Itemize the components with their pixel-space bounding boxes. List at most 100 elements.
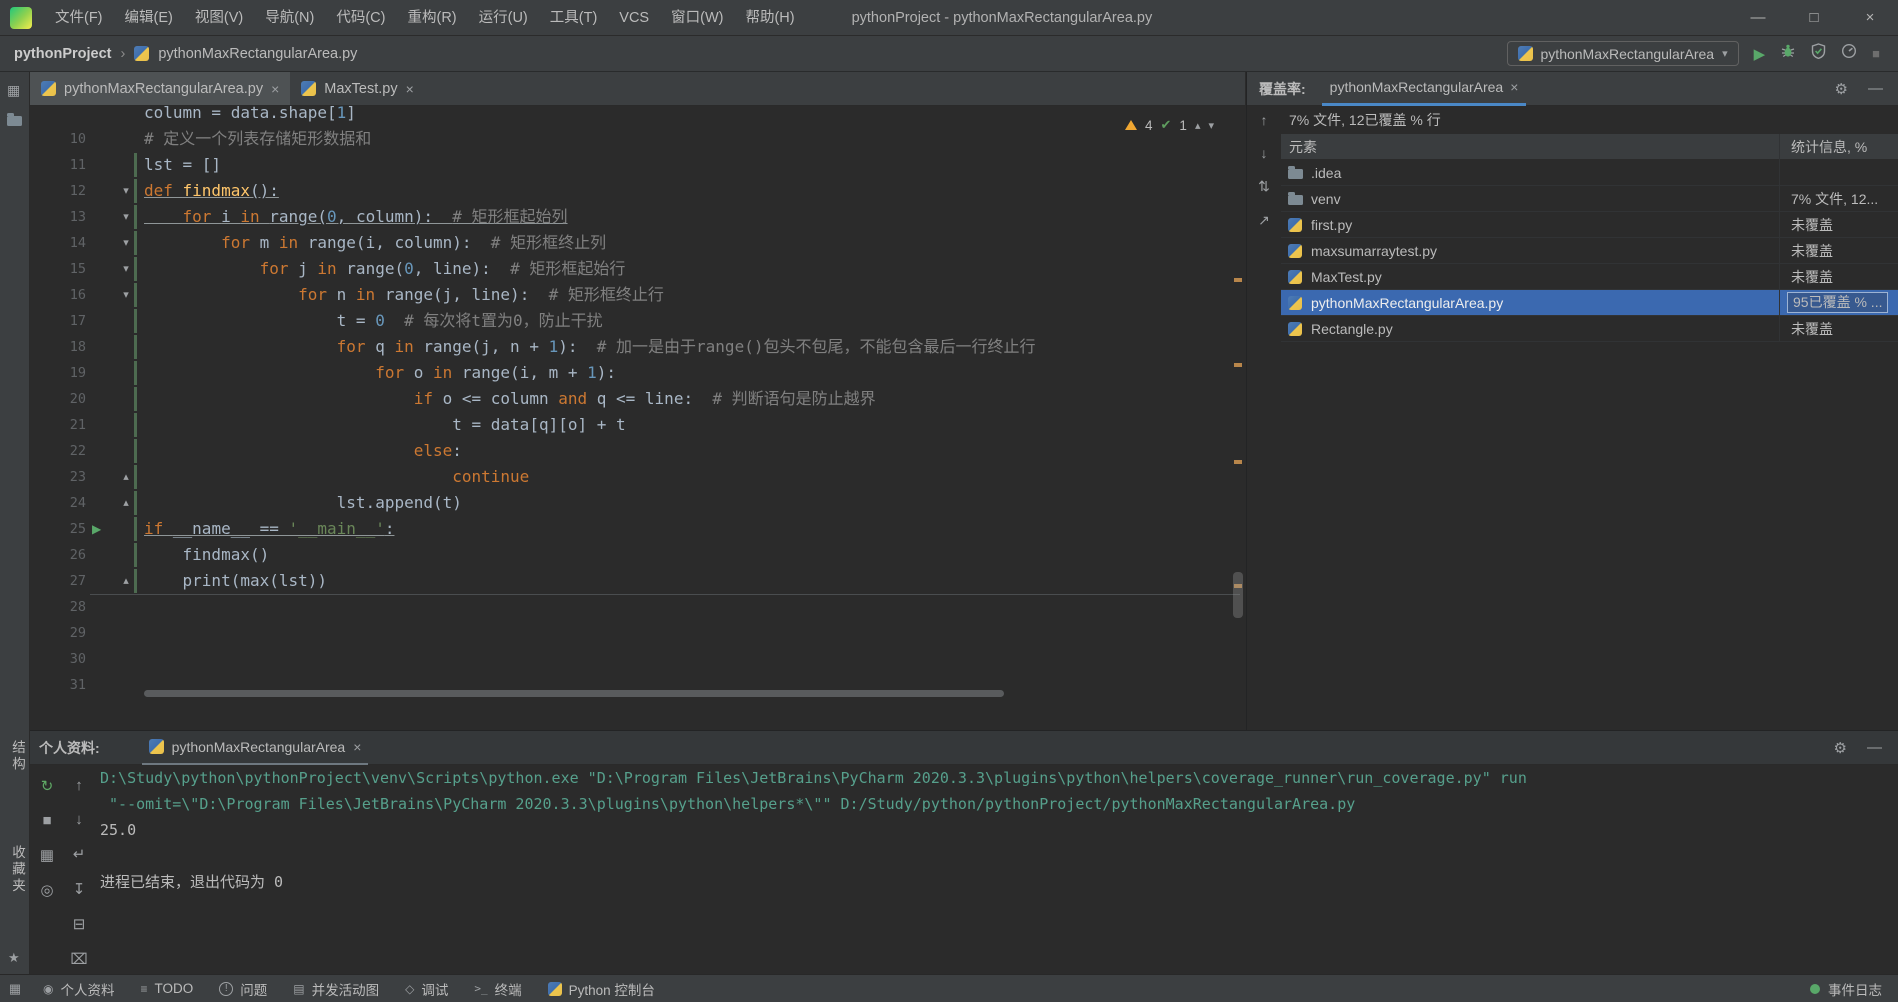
status-bar-item[interactable]: ! 问题 [206, 979, 280, 999]
close-icon[interactable]: × [271, 81, 279, 97]
coverage-row[interactable]: maxsumarraytest.py 未覆盖 [1281, 238, 1898, 264]
code-line[interactable]: 13 ▾ for i in range(0, column): # 矩形框起始列 [30, 204, 1228, 230]
fold-marker-icon[interactable]: ▴ [118, 464, 134, 490]
prev-problem-icon[interactable]: ▴ [1195, 119, 1201, 132]
menu-item[interactable]: 代码(C) [325, 0, 396, 36]
flatten-packages-icon[interactable]: ⇅ [1258, 178, 1270, 195]
menu-item[interactable]: VCS [608, 0, 660, 36]
editor-tab[interactable]: pythonMaxRectangularArea.py × [30, 72, 291, 105]
menu-item[interactable]: 帮助(H) [734, 0, 805, 36]
fold-marker-icon[interactable]: ▾ [118, 204, 134, 230]
code-line[interactable]: 10 # 定义一个列表存储矩形数据和 [30, 126, 1228, 152]
export-report-icon[interactable]: ↗ [1258, 212, 1270, 229]
code-line[interactable]: 14 ▾ for m in range(i, column): # 矩形框终止列 [30, 230, 1228, 256]
print-icon[interactable]: ⊟ [73, 915, 86, 933]
fold-marker-icon[interactable]: ▾ [118, 282, 134, 308]
coverage-row[interactable]: venv 7% 文件, 12... [1281, 186, 1898, 212]
code-line[interactable]: 27 ▴ print(max(lst)) [30, 568, 1228, 594]
menu-item[interactable]: 编辑(E) [114, 0, 184, 36]
breadcrumb-file[interactable]: pythonMaxRectangularArea.py [158, 46, 357, 62]
up-stack-trace-icon[interactable]: ↑ [75, 777, 83, 794]
down-stack-trace-icon[interactable]: ↓ [75, 811, 83, 828]
menu-item[interactable]: 导航(N) [254, 0, 325, 36]
code-line[interactable]: 22 else: [30, 438, 1228, 464]
code-line[interactable]: 29 [30, 620, 1228, 646]
project-tool-icon[interactable] [7, 113, 22, 126]
stop-icon[interactable]: ■ [42, 812, 51, 829]
warning-mark[interactable] [1234, 278, 1242, 282]
column-element[interactable]: 元素 [1289, 134, 1317, 160]
status-bar-item[interactable]: >_ 终端 [461, 979, 534, 999]
code-line[interactable]: 19 for o in range(i, m + 1): [30, 360, 1228, 386]
code-line[interactable]: 26 findmax() [30, 542, 1228, 568]
status-bar-item[interactable]: Python 控制台 [535, 979, 668, 999]
maximize-window-icon[interactable]: □ [1786, 9, 1842, 26]
favorites-star-icon[interactable]: ★ [8, 950, 20, 966]
code-line[interactable]: 24 ▴ lst.append(t) [30, 490, 1228, 516]
fold-marker-icon[interactable]: ▾ [118, 230, 134, 256]
coverage-tab[interactable]: pythonMaxRectangularArea × [1321, 72, 1527, 106]
restore-layout-icon[interactable]: ▦ [40, 846, 54, 864]
fold-marker-icon[interactable]: ▾ [118, 178, 134, 204]
hide-panel-icon[interactable]: — [1868, 80, 1883, 98]
coverage-row[interactable]: Rectangle.py 未覆盖 [1281, 316, 1898, 342]
run-configuration-select[interactable]: pythonMaxRectangularArea ▾ [1506, 41, 1739, 66]
code-line[interactable]: 12 ▾ def findmax(): [30, 178, 1228, 204]
coverage-row[interactable]: .idea [1281, 160, 1898, 186]
error-stripe[interactable] [1230, 106, 1245, 730]
scroll-to-end-icon[interactable]: ↧ [73, 880, 86, 898]
run-button[interactable]: ▶ [1754, 45, 1766, 63]
soft-wrap-icon[interactable]: ↵ [73, 845, 86, 863]
code-line[interactable]: 30 [30, 646, 1228, 672]
run-with-coverage-button[interactable] [1811, 43, 1826, 64]
coverage-row[interactable]: MaxTest.py 未覆盖 [1281, 264, 1898, 290]
code-line[interactable]: 20 if o <= column and q <= line: # 判断语句是… [30, 386, 1228, 412]
code-editor[interactable]: column = data.shape[1] 10 # 定义一个列表存储矩形数据和 1… [30, 106, 1245, 730]
fold-marker-icon[interactable]: ▴ [118, 568, 134, 594]
close-icon[interactable]: × [406, 81, 414, 97]
menu-item[interactable]: 视图(V) [184, 0, 254, 36]
code-line[interactable]: 21 t = data[q][o] + t [30, 412, 1228, 438]
status-bar-item[interactable]: ≡ TODO [127, 979, 206, 999]
pin-icon[interactable]: ◎ [40, 881, 53, 899]
event-log-button[interactable]: 事件日志 [1810, 979, 1898, 999]
fold-marker-icon[interactable]: ▾ [118, 256, 134, 282]
profiler-button[interactable] [1841, 43, 1857, 64]
menu-item[interactable]: 工具(T) [539, 0, 609, 36]
tool-window-switcher-icon[interactable]: ▦ [0, 981, 30, 997]
console-tab[interactable]: pythonMaxRectangularArea × [141, 731, 369, 765]
close-icon[interactable]: × [353, 739, 361, 755]
gear-icon[interactable]: ⚙ [1835, 80, 1848, 98]
code-line[interactable]: column = data.shape[1] [30, 106, 1228, 126]
minimize-window-icon[interactable]: — [1730, 9, 1786, 26]
next-coverage-icon[interactable]: ↓ [1261, 145, 1268, 161]
hide-panel-icon[interactable]: — [1867, 739, 1882, 757]
code-line[interactable]: 17 t = 0 # 每次将t置为0，防止干扰 [30, 308, 1228, 334]
prev-coverage-icon[interactable]: ↑ [1261, 112, 1268, 128]
fold-marker-icon[interactable]: ▴ [118, 490, 134, 516]
vertical-scrollbar[interactable] [1233, 572, 1243, 618]
debug-button[interactable] [1780, 43, 1796, 64]
code-line[interactable]: 11 lst = [] [30, 152, 1228, 178]
clear-all-icon[interactable]: ⌧ [70, 950, 87, 968]
inspections-widget[interactable]: 4 ✔ 1 ▴ ▾ [1118, 114, 1221, 136]
close-icon[interactable]: × [1510, 79, 1518, 95]
code-line[interactable]: 18 for q in range(j, n + 1): # 加一是由于rang… [30, 334, 1228, 360]
close-window-icon[interactable]: × [1842, 9, 1898, 26]
status-bar-item[interactable]: ▤ 并发活动图 [280, 979, 392, 999]
status-bar-item[interactable]: ◇ 调试 [392, 979, 461, 999]
menu-item[interactable]: 运行(U) [468, 0, 539, 36]
code-line[interactable]: 16 ▾ for n in range(j, line): # 矩形框终止行 [30, 282, 1228, 308]
horizontal-scrollbar[interactable] [144, 690, 1004, 697]
run-line-icon[interactable]: ▶ [92, 516, 101, 542]
column-statistics[interactable]: 统计信息, % [1791, 134, 1867, 160]
next-problem-icon[interactable]: ▾ [1208, 119, 1214, 132]
gear-icon[interactable]: ⚙ [1834, 739, 1847, 757]
code-line[interactable]: 15 ▾ for j in range(0, line): # 矩形框起始行 [30, 256, 1228, 282]
code-line[interactable]: 28 [30, 594, 1228, 620]
code-line[interactable]: 25 ▶ if __name__ == '__main__': [30, 516, 1228, 542]
console-output[interactable]: D:\Study\python\pythonProject\venv\Scrip… [100, 765, 1890, 895]
tool-window-button[interactable]: 收藏夹 [7, 845, 27, 895]
menu-item[interactable]: 窗口(W) [660, 0, 734, 36]
warning-mark[interactable] [1234, 460, 1242, 464]
